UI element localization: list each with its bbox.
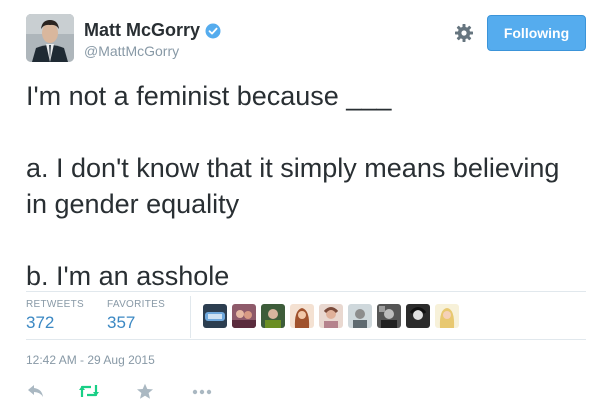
- retweets-stat[interactable]: RETWEETS 372: [26, 299, 84, 333]
- stats-divider-top: [26, 291, 586, 292]
- favoriter-avatar[interactable]: [319, 304, 343, 328]
- verified-badge-icon: [205, 23, 221, 39]
- star-icon[interactable]: [136, 383, 154, 405]
- favoriter-avatar[interactable]: [232, 304, 256, 328]
- favoriter-avatar[interactable]: [261, 304, 285, 328]
- tweet-timestamp[interactable]: 12:42 AM - 29 Aug 2015: [26, 353, 155, 367]
- favoriter-avatar[interactable]: [203, 304, 227, 328]
- favorites-label: FAVORITES: [107, 299, 166, 310]
- retweets-count[interactable]: 372: [26, 313, 84, 333]
- following-button[interactable]: Following: [487, 15, 586, 51]
- retweet-icon[interactable]: [78, 383, 100, 404]
- author-avatar[interactable]: [26, 14, 74, 62]
- author-handle[interactable]: @MattMcGorry: [84, 43, 179, 59]
- retweets-label: RETWEETS: [26, 299, 84, 310]
- favoriter-avatar[interactable]: [348, 304, 372, 328]
- favorites-stat[interactable]: FAVORITES 357: [107, 299, 165, 333]
- gear-icon[interactable]: [454, 23, 474, 43]
- favorites-count[interactable]: 357: [107, 313, 165, 333]
- reply-icon[interactable]: [26, 383, 46, 404]
- stats-vertical-divider: [190, 296, 191, 338]
- favoriters-avatars: [203, 304, 459, 328]
- more-icon[interactable]: [191, 383, 213, 404]
- favoriter-avatar[interactable]: [290, 304, 314, 328]
- author-name-row[interactable]: Matt McGorry: [84, 20, 221, 41]
- avatar-image: [26, 14, 74, 62]
- favoriter-avatar[interactable]: [435, 304, 459, 328]
- favoriter-avatar[interactable]: [406, 304, 430, 328]
- author-name[interactable]: Matt McGorry: [84, 20, 200, 41]
- stats-divider-bottom: [26, 339, 586, 340]
- tweet-text: I'm not a feminist because ___ a. I don'…: [26, 81, 560, 291]
- favoriter-avatar[interactable]: [377, 304, 401, 328]
